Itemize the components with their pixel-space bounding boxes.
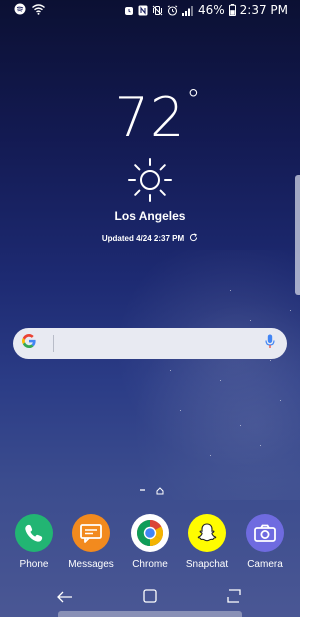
weather-updated: Updated 4/24 2:37 PM: [102, 233, 198, 244]
nfc-icon: [138, 5, 148, 16]
home-button-icon: [143, 588, 157, 607]
weather-updated-text: Updated 4/24 2:37 PM: [101, 234, 185, 243]
weather-widget[interactable]: 72 ° Los Angeles Updated 4/24 2:37 PM: [0, 85, 300, 245]
messages-icon: [72, 514, 110, 552]
mic-icon[interactable]: [265, 334, 275, 353]
battery-percent: 46%: [197, 3, 225, 17]
home-button[interactable]: [130, 582, 170, 612]
vibrate-mute-icon: [152, 5, 163, 16]
refresh-icon[interactable]: [189, 233, 198, 244]
temperature-value: 72: [114, 86, 186, 149]
app-messages[interactable]: Messages: [61, 512, 121, 570]
google-search-bar[interactable]: [13, 328, 287, 359]
back-icon: [57, 588, 73, 607]
search-input[interactable]: [54, 328, 265, 359]
status-left: [14, 3, 45, 15]
chrome-icon: [131, 514, 169, 552]
nav-bar-handle[interactable]: [58, 611, 242, 617]
back-button[interactable]: [45, 582, 85, 612]
google-logo-icon: [21, 333, 49, 354]
alarm-icon: [167, 4, 178, 16]
app-dock: Phone Messages Chrome Snapchat Camera: [0, 512, 300, 572]
wallpaper-stars: [80, 250, 300, 500]
status-bar: 46% 2:37 PM: [0, 0, 300, 22]
app-label: Camera: [247, 559, 283, 570]
home-screen: 46% 2:37 PM 72 ° Los Angeles Updated 4/2…: [0, 0, 300, 617]
edge-panel-handle[interactable]: [295, 175, 300, 295]
recents-button[interactable]: [214, 582, 254, 612]
wifi-icon: [32, 3, 45, 15]
app-chrome[interactable]: Chrome: [120, 512, 180, 570]
battery-icon: [228, 4, 236, 16]
signal-bars-icon: [181, 5, 194, 16]
app-label: Messages: [68, 559, 114, 570]
navigation-bar: [0, 582, 300, 617]
spotify-icon: [14, 3, 26, 15]
home-page-indicator-icon: [156, 480, 164, 499]
app-label: Chrome: [132, 559, 168, 570]
camera-icon: [246, 514, 284, 552]
phone-icon: [15, 514, 53, 552]
app-label: Phone: [19, 559, 49, 570]
page-indicator: [140, 480, 164, 499]
sun-icon: [127, 157, 173, 203]
recents-icon: [226, 588, 242, 607]
app-snapchat[interactable]: Snapchat: [177, 512, 237, 570]
app-camera[interactable]: Camera: [235, 512, 295, 570]
temperature: 72 °: [114, 85, 201, 151]
degree-symbol: °: [186, 83, 202, 116]
status-right: 46% 2:37 PM: [124, 3, 288, 17]
app-label: Snapchat: [185, 559, 229, 570]
weather-city: Los Angeles: [114, 209, 186, 223]
page-indicator-dash: [140, 488, 145, 491]
status-time: 2:37 PM: [239, 3, 288, 17]
app-phone[interactable]: Phone: [4, 512, 64, 570]
alarm-clock-icon: [124, 5, 134, 16]
snapchat-icon: [188, 514, 226, 552]
